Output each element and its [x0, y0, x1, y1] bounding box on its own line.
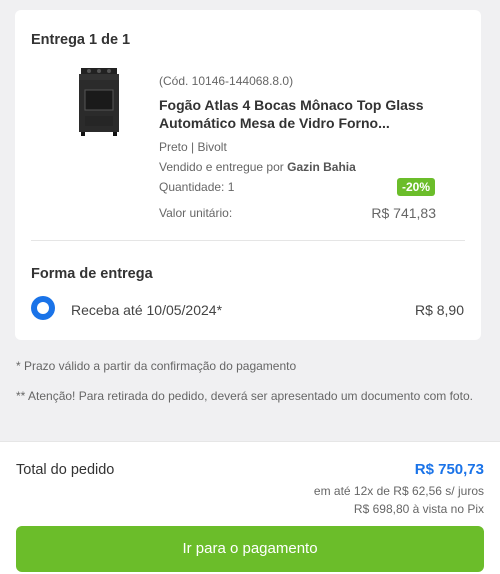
shipping-option-text[interactable]: Receba até 10/05/2024*	[71, 302, 222, 318]
go-to-payment-button[interactable]: Ir para o pagamento	[16, 526, 484, 572]
shipping-option-price: R$ 8,90	[414, 302, 464, 318]
shipping-title: Forma de entrega	[31, 266, 153, 282]
delivery-title: Entrega 1 de 1	[31, 32, 131, 48]
discount-badge: -20%	[397, 178, 435, 196]
product-name[interactable]: Fogão Atlas 4 Bocas Mônaco Top Glass Aut…	[159, 96, 449, 132]
pix-price: R$ 698,80 à vista no Pix	[353, 502, 484, 516]
seller-prefix: Vendido e entregue por	[159, 160, 284, 174]
delivery-card: Entrega 1 de 1 (Cód. 10146-144068.8.0) F…	[15, 10, 481, 340]
unit-price: R$ 741,83	[371, 205, 436, 221]
seller-name: Gazin Bahia	[287, 160, 356, 174]
seller-info: Vendido e entregue por Gazin Bahia	[159, 160, 356, 174]
delivery-note: * Prazo válido a partir da confirmação d…	[16, 359, 297, 373]
product-code: (Cód. 10146-144068.8.0)	[159, 74, 294, 88]
total-label: Total do pedido	[16, 462, 115, 478]
divider	[31, 240, 465, 241]
product-image[interactable]	[77, 66, 121, 138]
total-value: R$ 750,73	[414, 461, 484, 478]
product-attributes: Preto | Bivolt	[159, 140, 227, 154]
order-summary: Total do pedido R$ 750,73 em até 12x de …	[0, 441, 500, 574]
product-quantity: Quantidade: 1	[159, 180, 235, 194]
installments-info: em até 12x de R$ 62,56 s/ juros	[313, 484, 484, 498]
pickup-note: ** Atenção! Para retirada do pedido, dev…	[16, 389, 473, 403]
shipping-option-radio[interactable]	[31, 296, 55, 320]
unit-price-label: Valor unitário:	[159, 206, 233, 220]
